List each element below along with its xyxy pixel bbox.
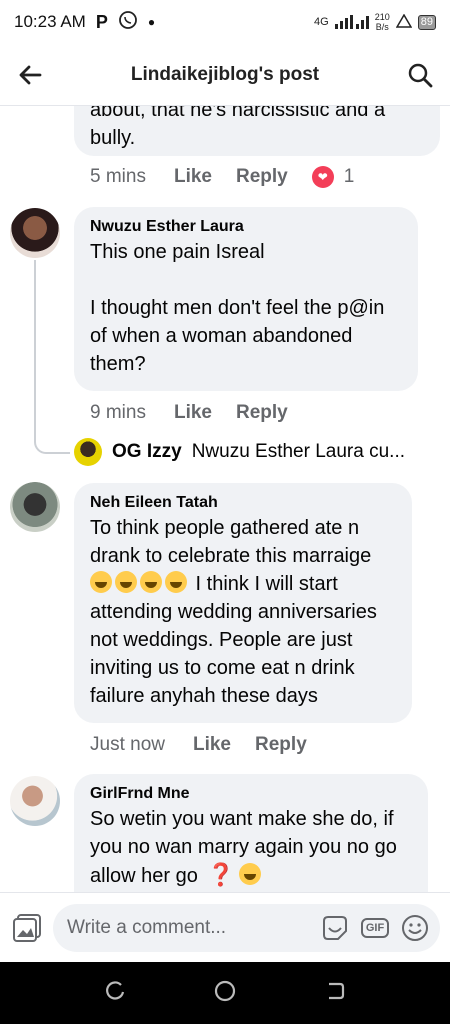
- emoji-button[interactable]: [398, 911, 432, 945]
- emoji-icon: [402, 914, 428, 941]
- reply-thread-line: [34, 260, 70, 454]
- recent-apps-button[interactable]: [104, 980, 126, 1007]
- search-button[interactable]: [390, 44, 450, 106]
- comment-text: This one pain Isreal I thought men don't…: [90, 241, 385, 375]
- avatar[interactable]: [10, 776, 60, 826]
- avatar[interactable]: [10, 482, 60, 532]
- comment-bubble: Neh Eileen Tatah To think people gathere…: [74, 483, 412, 723]
- rolling-laughing-emoji-icon: [115, 571, 137, 593]
- comment-actions: 9 mins Like Reply: [90, 402, 312, 424]
- love-reaction-icon: ❤: [311, 166, 334, 188]
- comment-input[interactable]: [67, 916, 312, 939]
- avatar[interactable]: [10, 208, 60, 258]
- photo-button[interactable]: [10, 908, 43, 948]
- comment-author[interactable]: Nwuzu Esther Laura: [90, 216, 402, 238]
- rolling-laughing-emoji-icon: [90, 571, 112, 593]
- whatsapp-icon: [118, 10, 138, 35]
- back-nav-button[interactable]: [324, 980, 346, 1007]
- reply-preview[interactable]: OG Izzy Nwuzu Esther Laura cu...: [74, 438, 405, 466]
- net-speed-unit: B/s: [375, 22, 389, 32]
- reaction-count: 1: [343, 166, 355, 187]
- comment-author[interactable]: Neh Eileen Tatah: [90, 492, 396, 514]
- back-button[interactable]: [0, 44, 60, 106]
- page-title: Lindaikejiblog's post: [130, 63, 320, 85]
- reply-snippet: Nwuzu Esther Laura cu...: [191, 441, 406, 462]
- search-icon: [408, 63, 433, 87]
- question-mark-emoji: ❓: [207, 862, 235, 887]
- back-arrow-icon: [19, 65, 42, 84]
- comment-author[interactable]: GirlFrnd Mne: [90, 783, 412, 805]
- comment-actions: Just now Like Reply: [90, 734, 331, 756]
- photo-icon: [12, 913, 41, 942]
- reply-button[interactable]: Reply: [255, 734, 307, 756]
- reaction-summary[interactable]: ❤ 1: [311, 166, 355, 188]
- comment-time: Just now: [90, 734, 165, 755]
- reply-button[interactable]: Reply: [236, 166, 288, 188]
- status-time: 10:23 AM: [14, 12, 86, 31]
- gif-icon: GIF: [360, 917, 390, 938]
- like-button[interactable]: Like: [174, 166, 212, 188]
- comment-text: So wetin you want make she do, if you no…: [90, 805, 412, 890]
- reply-author: OG Izzy: [112, 441, 182, 462]
- eye-roll-emoji-icon: [238, 863, 261, 885]
- comment-text: To think people gathered ate n drank to …: [90, 514, 396, 710]
- p-app-icon: P: [95, 11, 108, 32]
- warning-icon: [395, 13, 413, 31]
- comment-input-wrapper: GIF: [53, 903, 440, 952]
- comments-feed[interactable]: about, that he's narcissistic and a bull…: [0, 106, 450, 892]
- system-nav-bar: [0, 962, 450, 1024]
- network-type: 4G: [314, 16, 329, 28]
- signal-icon: [334, 13, 369, 32]
- rolling-laughing-emoji-icon: [165, 571, 187, 593]
- rolling-laughing-emoji-icon: [140, 571, 162, 593]
- comment-text-part: To think people gathered ate n drank to …: [90, 517, 372, 567]
- comment-text-part: I think I will start attending wedding a…: [90, 573, 377, 707]
- recent-apps-icon: [105, 980, 124, 1000]
- reply-button[interactable]: Reply: [236, 402, 288, 424]
- comment-time: 9 mins: [90, 402, 146, 423]
- comment-bubble: GirlFrnd Mne So wetin you want make she …: [74, 774, 428, 892]
- post-header: Lindaikejiblog's post: [0, 44, 450, 106]
- home-button[interactable]: [213, 979, 237, 1008]
- back-nav-icon: [329, 982, 345, 999]
- status-bar: 10:23 AM P ● 4G 210 B/s 89: [0, 0, 450, 44]
- home-icon: [214, 980, 236, 1001]
- like-button[interactable]: Like: [174, 402, 212, 424]
- comment-time: 5 mins: [90, 166, 146, 187]
- battery-indicator: 89: [417, 14, 436, 30]
- like-button[interactable]: Like: [193, 734, 231, 756]
- gif-button[interactable]: GIF: [358, 911, 392, 945]
- comment-bubble: Nwuzu Esther Laura This one pain Isreal …: [74, 207, 418, 391]
- sticker-button[interactable]: [318, 911, 352, 945]
- notification-dot-icon: ●: [147, 15, 156, 29]
- avatar: [74, 438, 102, 466]
- sticker-icon: [323, 915, 347, 940]
- comment-actions: 5 mins Like Reply ❤ 1: [90, 166, 354, 188]
- net-speed-value: 210: [374, 12, 390, 22]
- comment-text: about, that he's narcissistic and a bull…: [90, 106, 386, 149]
- comment-bubble: about, that he's narcissistic and a bull…: [74, 106, 440, 156]
- comment-composer: GIF: [0, 892, 450, 962]
